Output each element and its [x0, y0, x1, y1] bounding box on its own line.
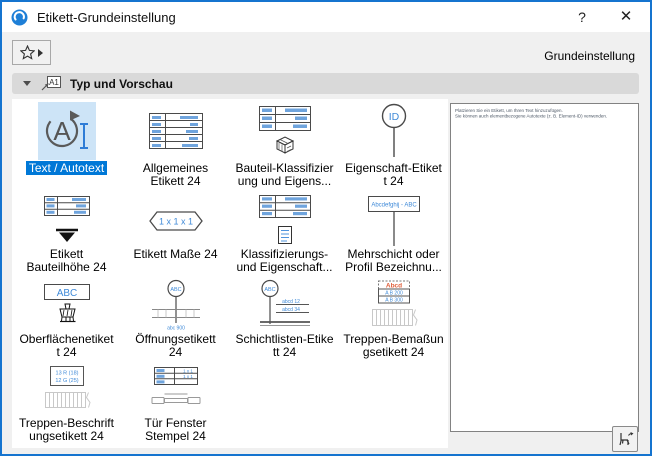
classification-property-icon: [258, 195, 311, 244]
surface-label-icon: ABC: [43, 284, 90, 323]
label-type-name: Tür Fenster Stempel 24: [144, 416, 207, 443]
label-type-oberflaechenetikett[interactable]: ABC Oberflächenetiket t 24: [12, 279, 121, 363]
label-type-allgemeines-etikett[interactable]: Allgemeines Etikett 24: [121, 99, 230, 194]
label-type-name: Etikett Bauteilhöhe 24: [26, 247, 107, 274]
svg-text:ABC: ABC: [170, 287, 181, 293]
label-type-schichtlisten-etikett[interactable]: ABC abcd 12 abcd 34 Schichtlisten-Etike …: [230, 279, 339, 363]
label-type-name: Eigenschaft-Etiket t 24: [345, 161, 442, 188]
svg-text:ABC: ABC: [56, 288, 77, 299]
stair-annotation-label-icon: 13 R (18) 12 G (25): [44, 366, 91, 408]
label-type-name: Bauteil-Klassifizier ung und Eigens...: [235, 161, 334, 188]
dimension-label-icon: 1 x 1 x 1: [148, 211, 203, 231]
label-type-mehrschicht-profil[interactable]: Abcdefghij - ABC Mehrschicht oder Profil…: [339, 194, 448, 279]
label-type-eigenschaft-etikett[interactable]: ID Eigenschaft-Etiket t 24: [339, 99, 448, 194]
svg-text:Abcdefghij - ABC: Abcdefghij - ABC: [371, 203, 417, 209]
svg-text:ABC: ABC: [264, 287, 275, 293]
label-type-name: Treppen-Beschrift ungsetikett 24: [19, 416, 114, 443]
label-type-name: Schichtlisten-Etike tt 24: [235, 332, 334, 359]
svg-text:abcd 34: abcd 34: [282, 307, 300, 313]
door-window-stamp-icon: 1 x 1 1 x 1: [151, 367, 200, 404]
title-bar: Etikett-Grundeinstellung ? ✕: [2, 2, 650, 32]
defaults-label: Grundeinstellung: [544, 49, 635, 63]
property-label-icon: ID: [381, 103, 406, 157]
component-height-icon: [43, 196, 90, 242]
label-type-name: Oberflächenetiket t 24: [19, 332, 114, 359]
label-type-name: Treppen-Bemaßun gsetikett 24: [343, 332, 444, 359]
label-default-settings-dialog: Etikett-Grundeinstellung ? ✕ Grundeinste…: [0, 0, 652, 456]
star-icon: [20, 45, 35, 60]
svg-text:ID: ID: [388, 111, 399, 123]
svg-text:abcd 12: abcd 12: [282, 299, 300, 305]
favorites-button[interactable]: [12, 40, 51, 65]
chair-rotate-icon: [618, 431, 633, 445]
section-title: Typ und Vorschau: [70, 76, 173, 91]
window-title: Etikett-Grundeinstellung: [37, 9, 176, 25]
svg-text:12 G (25): 12 G (25): [55, 378, 78, 384]
label-type-name: Klassifizierungs- und Eigenschaft...: [236, 247, 333, 274]
svg-text:A B 200: A B 200: [385, 291, 403, 297]
label-tool-icon: A1: [41, 76, 61, 91]
preview-text-line2: Sie können auch elementbezogene Autotext…: [455, 113, 608, 119]
preview-mode-button[interactable]: [612, 426, 638, 452]
label-type-treppen-bemassung[interactable]: Abcd A B 200 A B 300 Treppen-Bemaßun gse…: [339, 279, 448, 363]
label-type-name: Allgemeines Etikett 24: [142, 161, 209, 188]
help-button[interactable]: ?: [562, 2, 602, 32]
composite-profile-icon: Abcdefghij - ABC: [367, 196, 420, 246]
general-label-icon: [148, 113, 203, 149]
label-preview-panel[interactable]: Platzieren Sie ein Etikett, um Ihren Tex…: [450, 103, 639, 432]
text-autotext-icon: A: [37, 102, 96, 160]
label-type-list: A Text / Autotext Allgemeines Etikett 24…: [12, 99, 448, 448]
label-type-bauteil-klassifizierung[interactable]: Bauteil-Klassifizier ung und Eigens...: [230, 99, 339, 194]
label-type-treppen-beschriftung[interactable]: 13 R (18) 12 G (25) Treppen-Beschrift un…: [12, 363, 121, 443]
svg-text:13 R (18): 13 R (18): [55, 371, 78, 377]
stair-dimension-label-icon: Abcd A B 200 A B 300: [371, 280, 418, 326]
layer-list-label-icon: ABC abcd 12 abcd 34: [259, 279, 310, 326]
label-type-oeffnungsetikett[interactable]: ABC abc 900 Öffnungsetikett 24: [121, 279, 230, 363]
svg-text:abc 900: abc 900: [167, 326, 185, 332]
section-type-and-preview[interactable]: A1 Typ und Vorschau: [12, 73, 639, 94]
label-type-name: Öffnungsetikett 24: [135, 332, 216, 359]
label-type-name: Text / Autotext: [25, 161, 108, 175]
svg-text:1 x 1 x 1: 1 x 1 x 1: [158, 217, 192, 227]
svg-text:1 x 1: 1 x 1: [183, 374, 193, 379]
label-type-name: Etikett Maße 24: [133, 247, 218, 261]
flyout-arrow-icon: [38, 48, 43, 57]
svg-text:A1: A1: [49, 78, 59, 87]
label-type-klassifizierung-eigenschaft[interactable]: Klassifizierungs- und Eigenschaft...: [230, 194, 339, 279]
component-classification-icon: [258, 106, 311, 154]
svg-text:A B 300: A B 300: [385, 298, 403, 304]
opening-label-icon: ABC abc 900: [151, 279, 200, 332]
label-type-name: Mehrschicht oder Profil Bezeichnu...: [345, 247, 442, 274]
archicad-logo-icon: [11, 9, 28, 25]
collapse-triangle-icon: [23, 81, 31, 86]
svg-text:1 x 1: 1 x 1: [183, 369, 193, 374]
label-type-etikett-bauteilhoehe[interactable]: Etikett Bauteilhöhe 24: [12, 194, 121, 279]
label-type-etikett-masse[interactable]: 1 x 1 x 1 Etikett Maße 24: [121, 194, 230, 279]
label-type-tuer-fenster-stempel[interactable]: 1 x 1 1 x 1 Tür Fenster Stempel 24: [121, 363, 230, 443]
label-type-text-autotext[interactable]: A Text / Autotext: [12, 99, 121, 194]
svg-text:A: A: [53, 116, 71, 146]
close-button[interactable]: ✕: [604, 2, 648, 32]
